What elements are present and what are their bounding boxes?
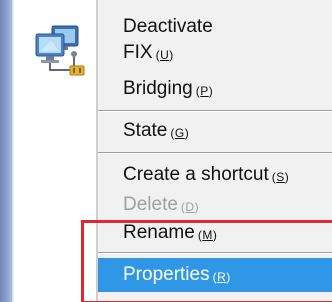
menu-item-label: Create a shortcut bbox=[123, 163, 269, 185]
menu-item-label: State bbox=[123, 119, 168, 141]
context-menu: Deactivate FIX (U) Bridging (P) State (G… bbox=[96, 0, 332, 302]
menu-item-state[interactable]: State (G) bbox=[98, 116, 332, 145]
menu-item-accelerator: (G) bbox=[170, 125, 190, 140]
menu-item-label: Properties bbox=[123, 264, 210, 285]
menu-item-deactivate[interactable]: Deactivate bbox=[98, 12, 332, 41]
menu-item-accelerator: (P) bbox=[195, 83, 214, 98]
menu-separator bbox=[98, 110, 332, 112]
menu-item-accelerator: (D) bbox=[180, 199, 200, 214]
screenshot-stage: Deactivate FIX (U) Bridging (P) State (G… bbox=[0, 0, 332, 302]
menu-item-accelerator: (S) bbox=[271, 169, 290, 184]
menu-item-bridging[interactable]: Bridging (P) bbox=[98, 74, 332, 103]
menu-item-label: Deactivate bbox=[123, 15, 213, 37]
menu-separator bbox=[98, 152, 332, 154]
desktop-background bbox=[0, 0, 12, 302]
desktop-edge bbox=[12, 0, 14, 302]
menu-item-fix[interactable]: FIX (U) bbox=[98, 38, 332, 67]
menu-item-label: Bridging bbox=[123, 77, 193, 99]
menu-item-properties[interactable]: Properties (R) bbox=[98, 258, 332, 292]
menu-item-label: Rename bbox=[123, 221, 195, 243]
menu-item-label: Delete bbox=[123, 193, 178, 215]
menu-separator bbox=[98, 252, 332, 254]
network-connection-icon[interactable] bbox=[30, 20, 92, 78]
menu-item-rename[interactable]: Rename (M) bbox=[98, 218, 332, 247]
menu-item-accelerator: (U) bbox=[155, 47, 174, 62]
menu-item-delete: Delete (D) bbox=[98, 190, 332, 219]
menu-item-accelerator: (R) bbox=[212, 270, 231, 284]
menu-item-create-shortcut[interactable]: Create a shortcut (S) bbox=[98, 160, 332, 189]
menu-item-label: FIX bbox=[123, 41, 153, 63]
menu-item-accelerator: (M) bbox=[197, 227, 218, 242]
